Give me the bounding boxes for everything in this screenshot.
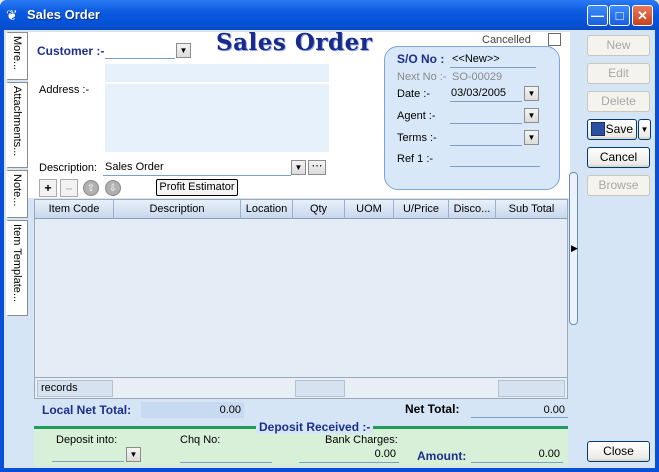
page-title: Sales Order [216, 29, 373, 56]
col-uom[interactable]: UOM [345, 200, 394, 219]
so-no-underline [450, 53, 536, 68]
net-total-label: Net Total: [405, 402, 460, 416]
chevron-down-icon: ▼ [294, 163, 303, 172]
items-grid[interactable]: Item Code Description Location Qty UOM U… [34, 199, 568, 399]
terms-input[interactable] [450, 130, 522, 146]
amount-label: Amount: [417, 449, 467, 463]
minimize-icon: — [591, 8, 604, 23]
chevron-down-icon: ▼ [640, 125, 649, 134]
address-line-1[interactable] [105, 64, 329, 82]
agent-dropdown[interactable]: ▼ [524, 108, 539, 123]
browse-button[interactable]: Browse [587, 175, 650, 196]
col-qty[interactable]: Qty [293, 200, 345, 219]
date-dropdown[interactable]: ▼ [524, 86, 539, 101]
col-uprice[interactable]: U/Price [394, 200, 449, 219]
plus-icon: + [44, 181, 52, 195]
col-description[interactable]: Description [114, 200, 241, 219]
minimize-button[interactable]: — [587, 5, 608, 26]
next-no-value: SO-00029 [452, 71, 503, 83]
col-item-code[interactable]: Item Code [35, 200, 114, 219]
local-net-total-label: Local Net Total: [42, 403, 132, 417]
add-row-button[interactable]: + [39, 179, 57, 197]
floppy-disk-icon [591, 122, 605, 136]
terms-dropdown[interactable]: ▼ [524, 130, 539, 145]
customer-label: Customer :- [37, 44, 105, 58]
amount-input[interactable]: 0.00 [471, 446, 563, 463]
bank-charges-label: Bank Charges: [325, 434, 398, 446]
tree-icon: ❦ [6, 7, 18, 23]
arrow-up-icon: ⇧ [86, 183, 96, 194]
col-subtotal[interactable]: Sub Total [496, 200, 567, 219]
col-discount[interactable]: Disco... [449, 200, 496, 219]
remove-row-button[interactable]: – [60, 179, 78, 197]
tab-attachments[interactable]: Attachments... [6, 82, 28, 168]
chevron-down-icon: ▼ [179, 46, 188, 55]
minus-icon: – [65, 181, 73, 195]
cancelled-checkbox[interactable] [548, 33, 561, 46]
delete-button[interactable]: Delete [587, 91, 650, 112]
save-button[interactable]: Save [587, 119, 637, 140]
subtotal-summary [498, 380, 565, 397]
arrow-down-icon: ⇩ [108, 183, 118, 194]
close-window-button[interactable]: ✕ [632, 5, 653, 26]
date-label: Date :- [397, 88, 431, 100]
customer-input[interactable] [105, 43, 175, 59]
agent-label: Agent :- [397, 110, 436, 122]
chevron-down-icon: ▼ [527, 133, 536, 142]
deposit-into-label: Deposit into: [56, 434, 118, 446]
maximize-icon: □ [615, 8, 624, 23]
chq-no-label: Chq No: [180, 434, 221, 446]
description-dropdown[interactable]: ▼ [291, 160, 306, 175]
grid-toolbar: + – ⇧ ⇩ Profit Estimator [36, 179, 326, 197]
records-count: records [37, 380, 113, 397]
next-no-label: Next No :- [397, 71, 447, 83]
local-net-total-value: 0.00 [141, 402, 244, 418]
date-input[interactable]: 03/03/2005 [450, 86, 522, 102]
move-down-button[interactable]: ⇩ [105, 180, 121, 196]
chevron-down-icon: ▼ [129, 450, 138, 459]
profit-estimator-button[interactable]: Profit Estimator [156, 179, 238, 196]
save-options-dropdown[interactable]: ▼ [638, 119, 651, 140]
col-location[interactable]: Location [241, 200, 293, 219]
customer-dropdown[interactable]: ▼ [176, 43, 191, 58]
description-more-button[interactable]: ⋯ [308, 160, 326, 175]
new-button[interactable]: New [587, 35, 650, 56]
title-bar[interactable]: ❦ Sales Order — □ ✕ [0, 0, 659, 30]
chevron-right-icon: ▶ [571, 243, 578, 253]
edit-button[interactable]: Edit [587, 63, 650, 84]
cancelled-label: Cancelled [482, 34, 531, 46]
bank-charges-input[interactable]: 0.00 [299, 446, 399, 463]
grid-header: Item Code Description Location Qty UOM U… [35, 200, 567, 219]
grid-footer: records [35, 377, 567, 398]
terms-label: Terms :- [397, 132, 437, 144]
move-up-button[interactable]: ⇧ [83, 180, 99, 196]
chevron-down-icon: ▼ [527, 111, 536, 120]
deposit-into-input[interactable] [52, 446, 124, 462]
save-label: Save [605, 122, 633, 136]
net-total-value: 0.00 [471, 402, 568, 418]
agent-input[interactable] [450, 108, 522, 124]
qty-summary [295, 380, 345, 397]
deposit-title: Deposit Received :- [256, 420, 374, 434]
chevron-down-icon: ▼ [527, 89, 536, 98]
address-input[interactable] [105, 84, 329, 152]
description-label: Description: [39, 162, 98, 174]
ellipsis-icon: ⋯ [311, 160, 323, 172]
tab-more[interactable]: More... [6, 32, 28, 80]
cancel-button[interactable]: Cancel [587, 147, 650, 168]
window-title: Sales Order [27, 7, 100, 22]
maximize-button[interactable]: □ [609, 5, 630, 26]
description-input[interactable]: Sales Order [103, 159, 291, 176]
close-button[interactable]: Close [587, 441, 650, 462]
close-icon: ✕ [637, 8, 648, 23]
so-no-label: S/O No : [397, 52, 445, 66]
ref-input[interactable] [450, 151, 540, 167]
tab-note[interactable]: Note... [6, 170, 28, 218]
address-label: Address :- [39, 84, 90, 96]
deposit-into-dropdown[interactable]: ▼ [126, 447, 141, 462]
chq-no-input[interactable] [180, 446, 272, 463]
tab-item-template[interactable]: Item Template... [6, 220, 28, 316]
ref-label: Ref 1 :- [397, 153, 434, 165]
